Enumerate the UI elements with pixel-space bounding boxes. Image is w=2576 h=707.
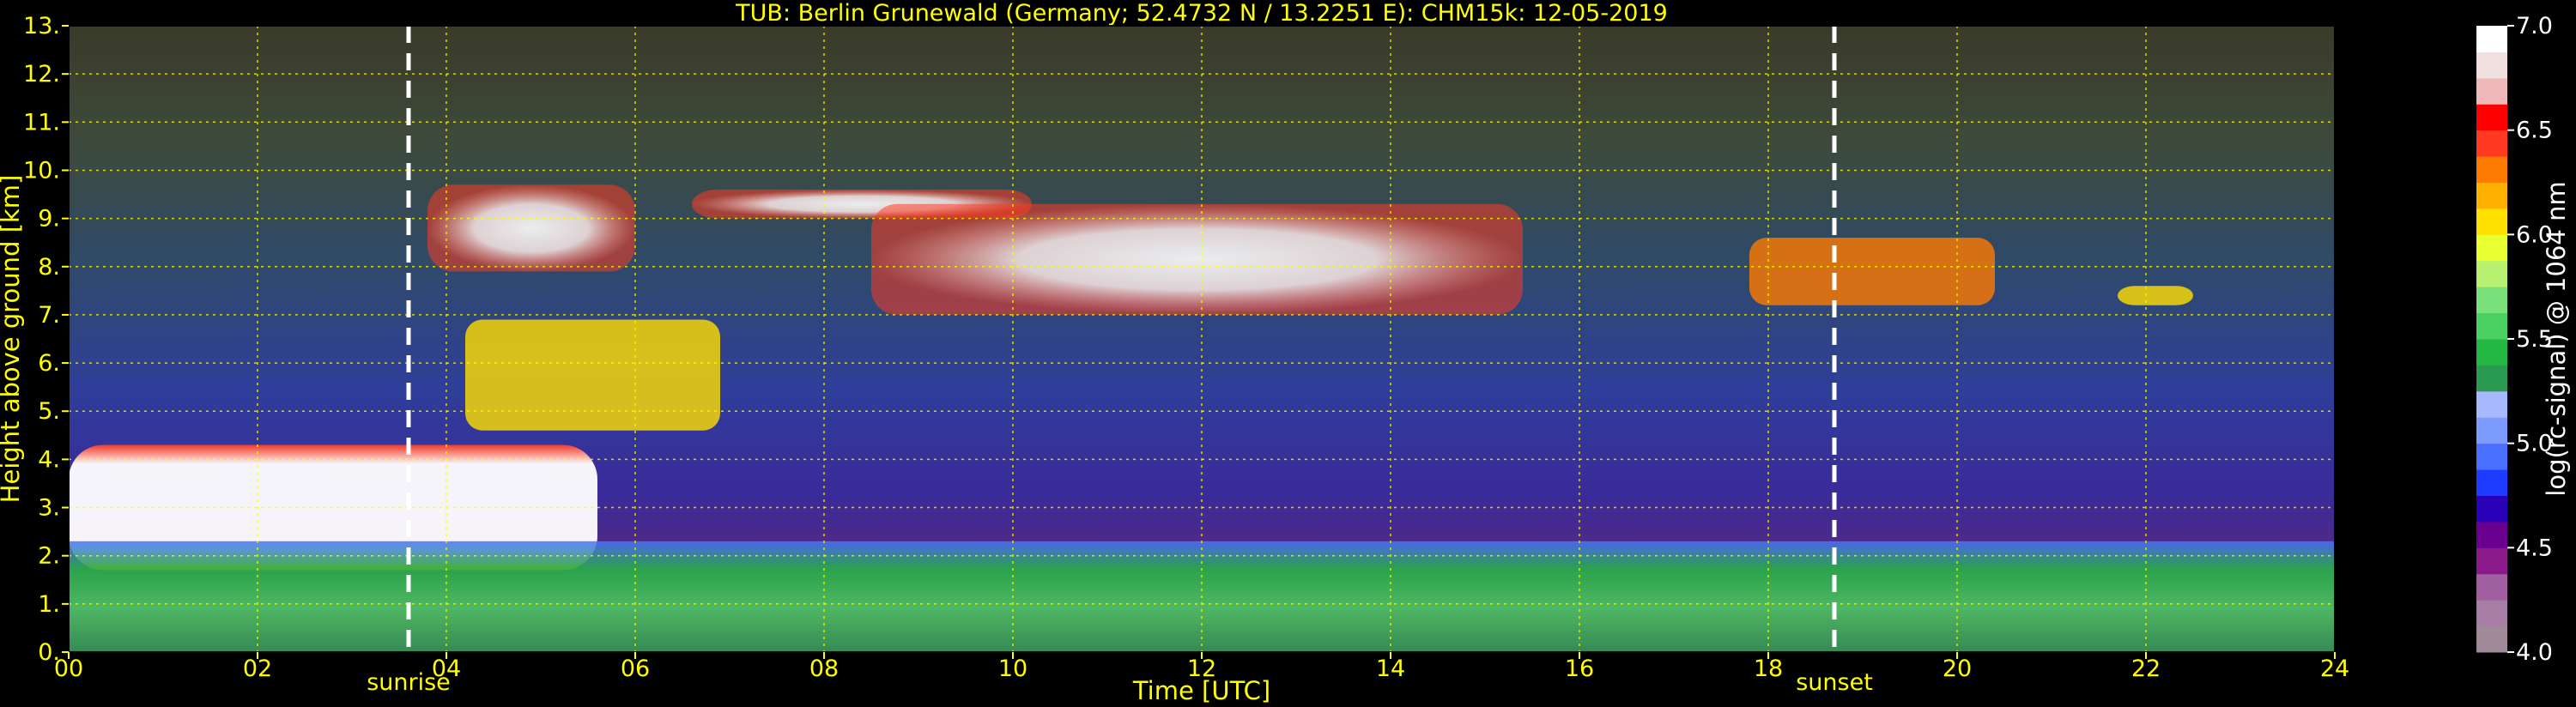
- colorbar-segment: [2476, 312, 2507, 340]
- chart-title: TUB: Berlin Grunewald (Germany; 52.4732 …: [735, 0, 1668, 27]
- colorbar-segment: [2476, 26, 2507, 52]
- colorbar-segment: [2476, 521, 2507, 548]
- sunrise-label: sunrise: [367, 669, 451, 696]
- colorbar-segment: [2476, 547, 2507, 575]
- y-tick-label: 3.: [38, 495, 60, 522]
- colorbar-segment: [2476, 339, 2507, 366]
- y-axis: 0.1.2.3.4.5.6.7.8.9.10.11.12.13.: [23, 13, 69, 666]
- colorbar-segment: [2476, 77, 2507, 105]
- feature-mid-level-cloud: [465, 319, 720, 431]
- colorbar-segment: [2476, 365, 2507, 392]
- y-tick-label: 9.: [38, 206, 60, 233]
- x-tick-label: 06: [621, 656, 650, 682]
- y-tick-label: 1.: [38, 591, 60, 618]
- y-tick-label: 10.: [23, 157, 60, 184]
- colorbar-segment: [2476, 260, 2507, 287]
- y-tick-label: 12.: [23, 61, 60, 88]
- colorbar-segment: [2476, 182, 2507, 209]
- y-tick-label: 4.: [38, 446, 60, 473]
- y-tick-label: 11.: [23, 109, 60, 136]
- colorbar-segment: [2476, 443, 2507, 470]
- colorbar-segment: [2476, 51, 2507, 79]
- colorbar-tick-label: 4.5: [2516, 535, 2553, 561]
- x-axis-label: Time [UTC]: [1132, 676, 1270, 705]
- x-tick-label: 10: [998, 656, 1027, 682]
- colorbar-tick-label: 7.0: [2516, 13, 2553, 39]
- colorbar-segment: [2476, 287, 2507, 314]
- y-tick-label: 2.: [38, 543, 60, 570]
- colorbar-segment: [2476, 600, 2507, 627]
- colorbar-segment: [2476, 130, 2507, 157]
- feature-cirrus-evening: [1749, 238, 1995, 305]
- colorbar-segment: [2476, 625, 2507, 653]
- colorbar-segment: [2476, 390, 2507, 418]
- x-tick-label: 24: [2320, 656, 2349, 682]
- feature-cirrus-morning: [427, 184, 635, 272]
- y-tick-label: 6.: [38, 350, 60, 377]
- feature-cirrus-late: [2118, 286, 2193, 305]
- colorbar-segment: [2476, 208, 2507, 235]
- event-labels: sunrise sunset: [367, 669, 1873, 696]
- x-tick-label: 22: [2131, 656, 2161, 682]
- plot-area: [69, 26, 2335, 652]
- x-tick-label: 18: [1754, 656, 1783, 682]
- y-axis-label: Height above ground [km]: [0, 175, 25, 504]
- feature-cirrus-fallstreaks: [871, 203, 1523, 315]
- sunset-label: sunset: [1796, 669, 1873, 696]
- x-tick-label: 16: [1565, 656, 1594, 682]
- colorbar-segment: [2476, 573, 2507, 601]
- colorbar-segment: [2476, 234, 2507, 262]
- colorbar-segment: [2476, 495, 2507, 523]
- chart: TUB: Berlin Grunewald (Germany; 52.4732 …: [0, 0, 2571, 705]
- x-tick-label: 20: [1943, 656, 1972, 682]
- colorbar-segment: [2476, 417, 2507, 444]
- colorbar-tick-label: 6.5: [2516, 118, 2553, 144]
- colorbar-segment: [2476, 469, 2507, 496]
- y-tick-label: 5.: [38, 398, 60, 425]
- colorbar-tick-label: 4.0: [2516, 639, 2553, 666]
- x-tick-label: 14: [1376, 656, 1405, 682]
- y-tick-label: 8.: [38, 254, 60, 281]
- y-tick-label: 7.: [38, 302, 60, 329]
- colorbar-segment: [2476, 156, 2507, 183]
- x-tick-label: 00: [54, 656, 83, 682]
- x-tick-label: 08: [809, 656, 839, 682]
- y-tick-label: 13.: [23, 13, 60, 39]
- colorbar-label: log(rc-signal) @ 1064 nm: [2542, 181, 2571, 496]
- colorbar: [2476, 26, 2507, 653]
- colorbar-segment: [2476, 104, 2507, 131]
- x-tick-label: 02: [243, 656, 272, 682]
